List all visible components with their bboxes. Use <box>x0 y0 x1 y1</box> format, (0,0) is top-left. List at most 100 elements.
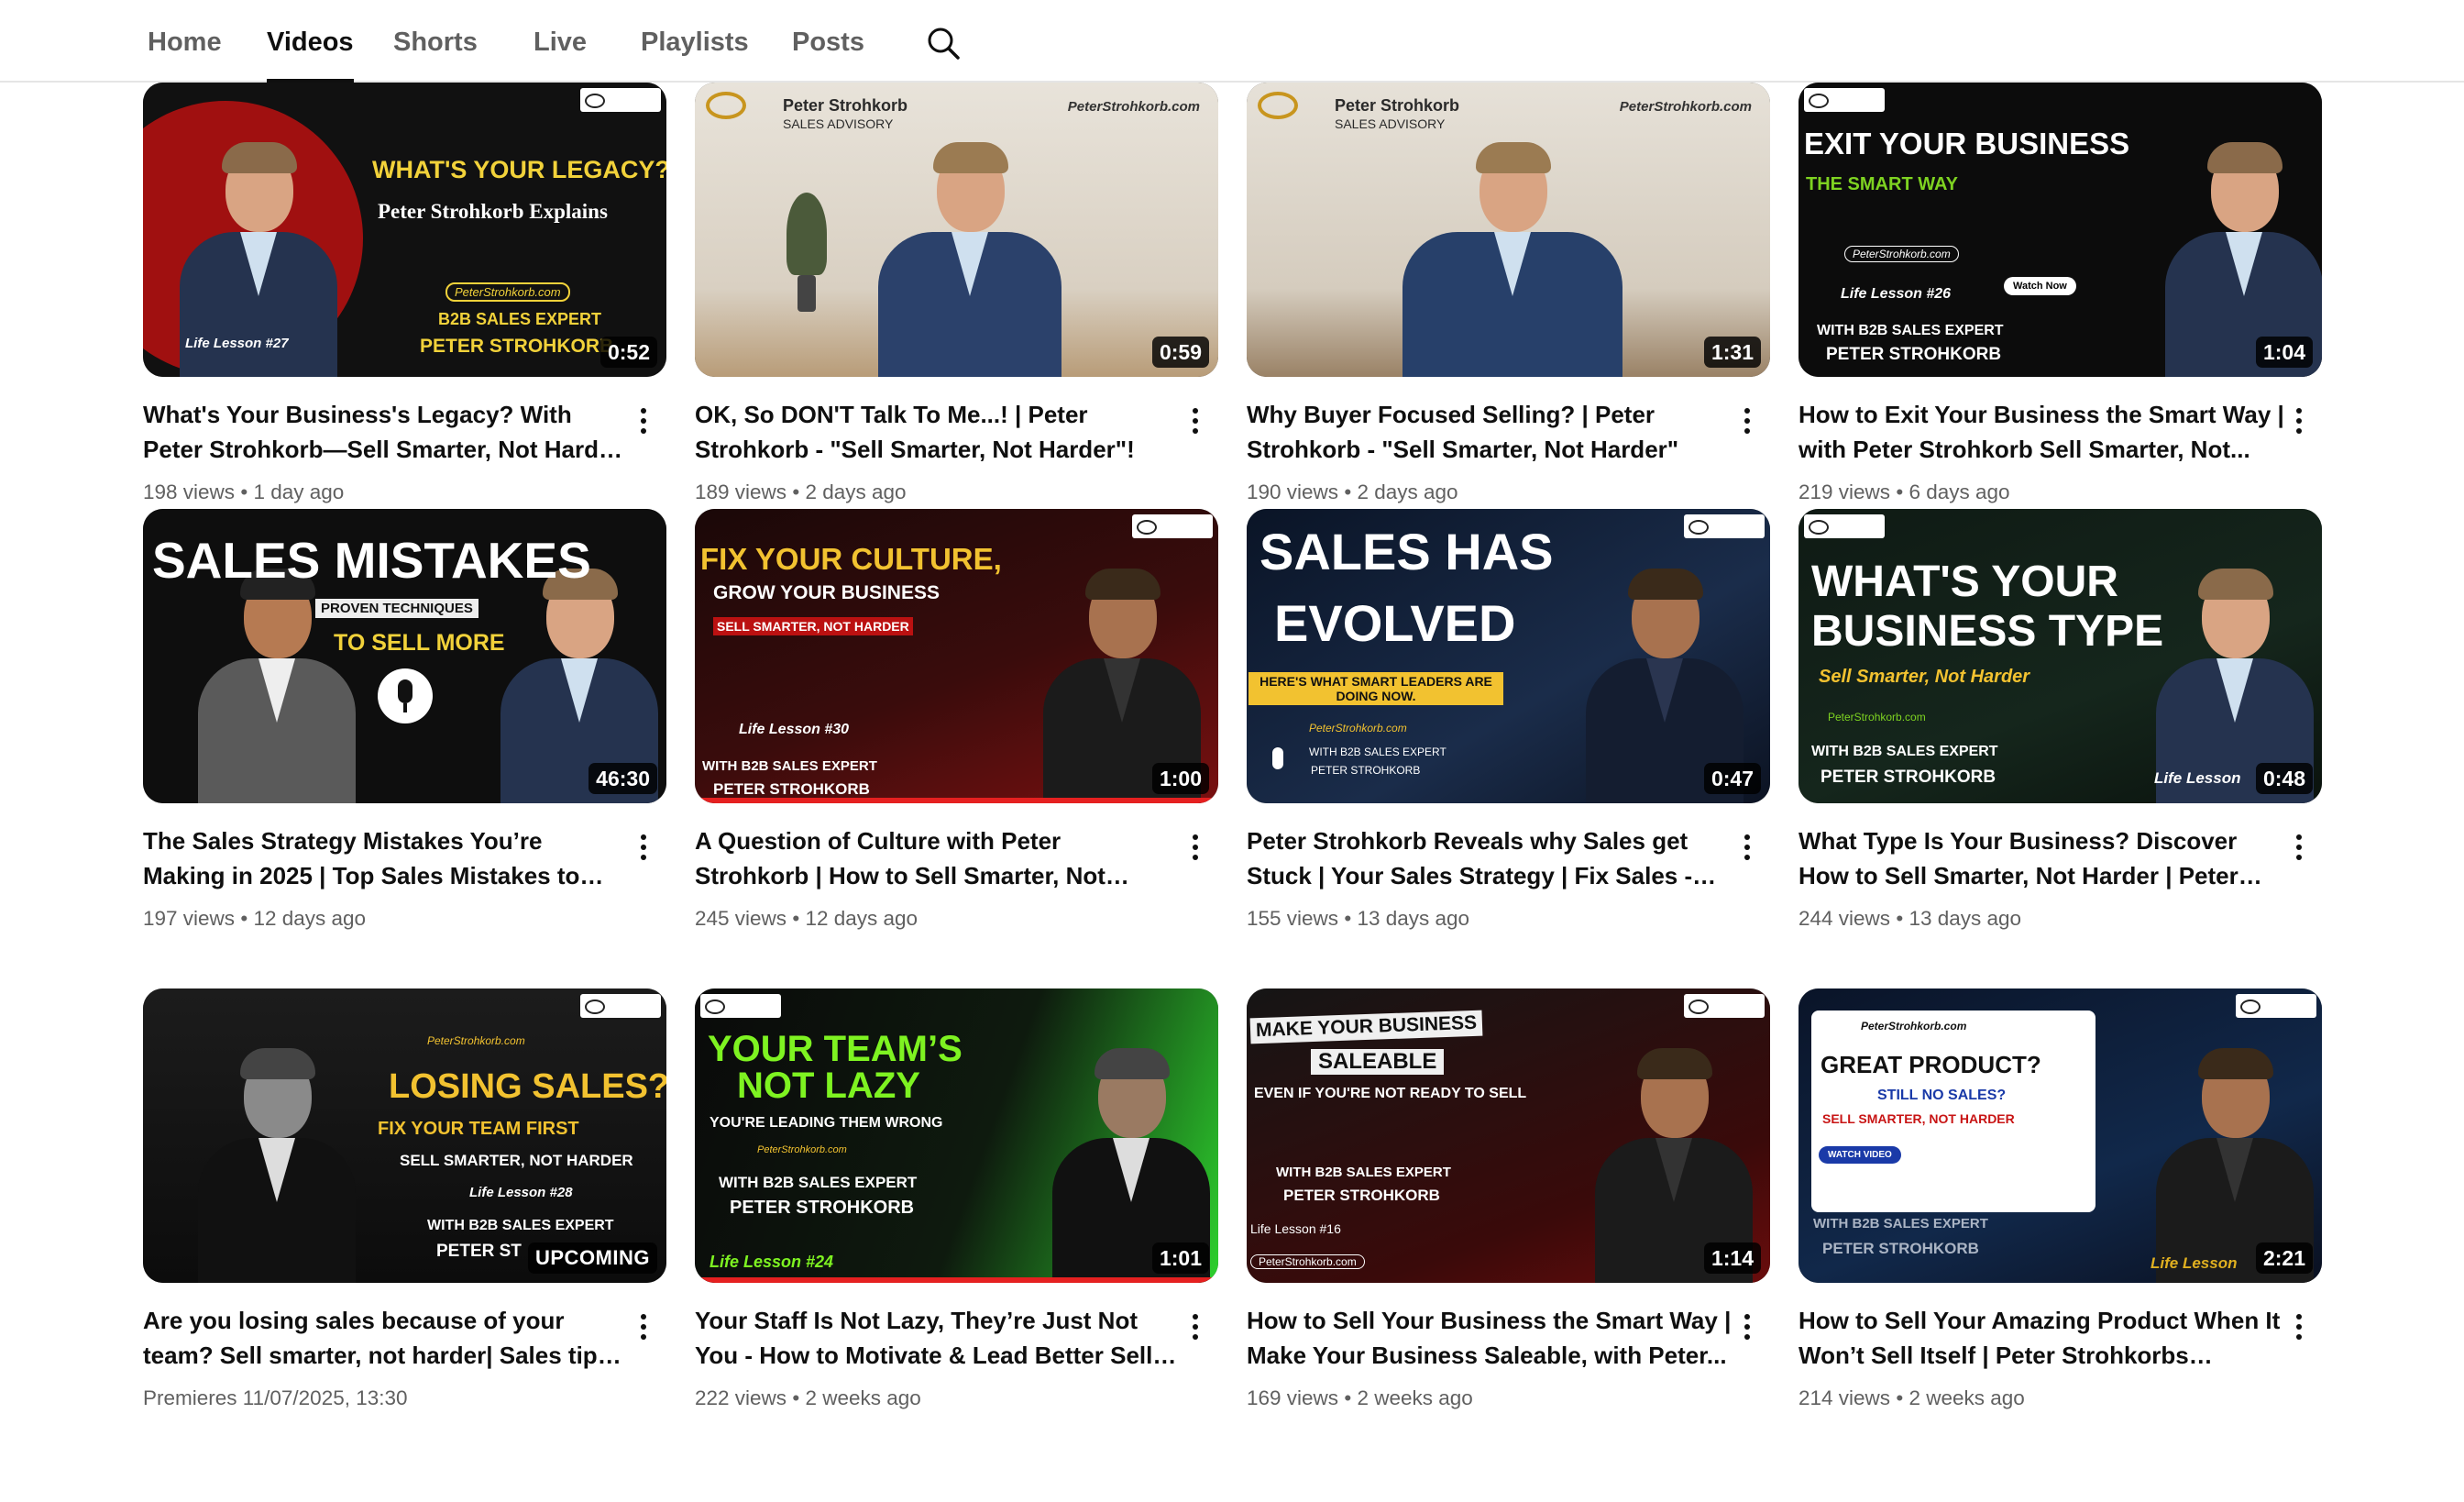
more-actions-button[interactable] <box>626 1307 659 1347</box>
more-actions-button[interactable] <box>1178 401 1211 441</box>
more-actions-button[interactable] <box>1730 401 1763 441</box>
upcoming-badge: UPCOMING <box>528 1242 657 1274</box>
more-actions-button[interactable] <box>1178 1307 1211 1347</box>
video-title[interactable]: Why Buyer Focused Selling? | Peter Stroh… <box>1247 397 1732 467</box>
thumb-text: PETER STROHKORB <box>1283 1187 1440 1204</box>
video-thumbnail[interactable]: SALES HAS EVOLVED HERE'S WHAT SMART LEAD… <box>1247 509 1770 803</box>
upload-age: 2 days ago <box>805 480 907 503</box>
thumb-url: PeterStrohkorb.com <box>446 282 570 302</box>
video-stats: 198 views • 1 day ago <box>143 480 345 503</box>
video-card: Peter Strohkorb SALES ADVISORY PeterStro… <box>695 83 1218 509</box>
video-card: SALES MISTAKES PROVEN TECHNIQUES TO SELL… <box>143 509 666 988</box>
video-thumbnail[interactable]: SALES MISTAKES PROVEN TECHNIQUES TO SELL… <box>143 509 666 803</box>
video-thumbnail[interactable]: FIX YOUR CULTURE, GROW YOUR BUSINESS SEL… <box>695 509 1218 803</box>
tab-posts[interactable]: Posts <box>792 0 864 81</box>
video-title[interactable]: What's Your Business's Legacy? With Pete… <box>143 397 629 467</box>
thumb-text: PETER STROHKORB <box>1311 764 1421 777</box>
video-thumbnail[interactable]: MAKE YOUR BUSINESS SALEABLE EVEN IF YOU'… <box>1247 988 1770 1283</box>
thumb-text: WITH B2B SALES EXPERT <box>1309 745 1446 758</box>
video-stats: 222 views • 2 weeks ago <box>695 1386 921 1409</box>
more-actions-button[interactable] <box>1730 827 1763 867</box>
presenter-image <box>1402 142 1622 377</box>
thumb-text: WITH B2B SALES EXPERT <box>1811 744 1998 759</box>
video-thumbnail[interactable]: YOUR TEAM’S NOT LAZY YOU'RE LEADING THEM… <box>695 988 1218 1283</box>
thumb-text: Sell Smarter, Not Harder <box>1819 667 2030 687</box>
duration-badge: 0:59 <box>1151 337 1209 368</box>
upload-age: 2 weeks ago <box>1908 1386 2025 1409</box>
video-stats: 189 views • 2 days ago <box>695 480 907 503</box>
video-title[interactable]: OK, So DON'T Talk To Me...! | Peter Stro… <box>695 397 1181 467</box>
video-title[interactable]: The Sales Strategy Mistakes You’re Makin… <box>143 823 629 893</box>
thumb-text: WITH B2B SALES EXPERT <box>702 758 877 774</box>
thumb-text: SELL SMARTER, NOT HARDER <box>1822 1111 2015 1126</box>
video-stats: 244 views • 13 days ago <box>1798 907 2022 930</box>
tab-videos[interactable]: Videos <box>267 0 354 83</box>
brand-logo <box>706 92 746 119</box>
more-actions-button[interactable] <box>626 401 659 441</box>
tab-playlists[interactable]: Playlists <box>641 0 749 81</box>
video-stats: Premieres 11/07/2025, 13:30 <box>143 1384 666 1413</box>
duration-badge: 1:00 <box>1151 763 1209 794</box>
thumb-subtitle: NOT LAZY <box>737 1066 920 1106</box>
video-title[interactable]: What Type Is Your Business? Discover How… <box>1798 823 2284 893</box>
thumb-text: PETER STROHKORB <box>1820 768 1996 787</box>
video-thumbnail[interactable]: PeterStrohkorb.com GREAT PRODUCT? STILL … <box>1798 988 2322 1283</box>
video-title[interactable]: A Question of Culture with Peter Strohko… <box>695 823 1181 893</box>
tab-home[interactable]: Home <box>148 0 222 81</box>
video-stats: 245 views • 12 days ago <box>695 907 918 930</box>
thumb-url: PeterStrohkorb.com <box>1067 99 1200 115</box>
view-count: 169 views <box>1247 1386 1339 1409</box>
video-stats: 169 views • 2 weeks ago <box>1247 1386 1473 1409</box>
more-actions-button[interactable] <box>626 827 659 867</box>
video-thumbnail[interactable]: Peter Strohkorb SALES ADVISORY PeterStro… <box>1247 83 1770 377</box>
more-actions-button[interactable] <box>2282 1307 2315 1347</box>
video-card: PeterStrohkorb.com GREAT PRODUCT? STILL … <box>1798 988 2322 1502</box>
thumb-headline: FIX YOUR CULTURE, <box>700 542 1002 576</box>
plant-graphic <box>786 193 827 312</box>
video-title[interactable]: How to Sell Your Amazing Product When It… <box>1798 1303 2284 1373</box>
thumb-text: SELL SMARTER, NOT HARDER <box>400 1152 633 1169</box>
tab-live[interactable]: Live <box>534 0 587 81</box>
thumb-text: Life Lesson <box>2154 769 2241 787</box>
search-icon <box>928 28 960 60</box>
brand-logo <box>580 994 661 1018</box>
duration-badge: 0:48 <box>2255 763 2313 794</box>
thumb-text: B2B SALES EXPERT <box>438 310 602 328</box>
microphone-icon <box>1272 747 1283 769</box>
thumb-text: WITH B2B SALES EXPERT <box>1276 1165 1451 1180</box>
duration-badge: 1:14 <box>1703 1242 1761 1274</box>
video-title[interactable]: Your Staff Is Not Lazy, They’re Just Not… <box>695 1303 1181 1373</box>
tab-shorts[interactable]: Shorts <box>393 0 478 81</box>
more-actions-button[interactable] <box>1178 827 1211 867</box>
more-actions-button[interactable] <box>2282 401 2315 441</box>
brand-logo <box>1804 514 1885 538</box>
video-thumbnail[interactable]: EXIT YOUR BUSINESS THE SMART WAY PeterSt… <box>1798 83 2322 377</box>
thumb-text: Life Lesson #24 <box>710 1253 834 1271</box>
thumb-text: HERE'S WHAT SMART LEADERS ARE DOING NOW. <box>1248 672 1503 705</box>
search-button[interactable] <box>924 24 962 62</box>
thumb-text: Life Lesson #28 <box>469 1185 573 1200</box>
video-thumbnail[interactable]: WHAT'S YOUR LEGACY? Peter Strohkorb Expl… <box>143 83 666 377</box>
video-title[interactable]: Are you losing sales because of your tea… <box>143 1303 629 1373</box>
video-thumbnail[interactable]: WHAT'S YOUR BUSINESS TYPE Sell Smarter, … <box>1798 509 2322 803</box>
thumb-headline: YOUR TEAM’S <box>708 1029 962 1069</box>
more-actions-button[interactable] <box>2282 827 2315 867</box>
thumb-text: PETER STROHKORB <box>1822 1240 1979 1257</box>
more-actions-button[interactable] <box>1730 1307 1763 1347</box>
thumb-url: PeterStrohkorb.com <box>757 1144 847 1155</box>
thumb-headline: WHAT'S YOUR <box>1811 558 2118 606</box>
video-thumbnail[interactable]: PeterStrohkorb.com LOSING SALES? FIX YOU… <box>143 988 666 1283</box>
view-count: 214 views <box>1798 1386 1891 1409</box>
video-thumbnail[interactable]: Peter Strohkorb SALES ADVISORY PeterStro… <box>695 83 1218 377</box>
thumb-subtitle: FIX YOUR TEAM FIRST <box>378 1119 579 1139</box>
watch-now-label: Watch Now <box>2004 277 2076 295</box>
video-stats: 214 views • 2 weeks ago <box>1798 1386 2025 1409</box>
video-title[interactable]: How to Exit Your Business the Smart Way … <box>1798 397 2284 467</box>
thumb-text: PETER STROHKORB <box>1826 345 2002 364</box>
video-title[interactable]: How to Sell Your Business the Smart Way … <box>1247 1303 1732 1373</box>
thumb-text: Life Lesson #27 <box>185 336 289 351</box>
thumb-text: Peter Strohkorb <box>1335 96 1460 115</box>
video-title[interactable]: Peter Strohkorb Reveals why Sales get St… <box>1247 823 1732 893</box>
microphone-icon <box>378 668 433 723</box>
view-count: 198 views <box>143 480 236 503</box>
